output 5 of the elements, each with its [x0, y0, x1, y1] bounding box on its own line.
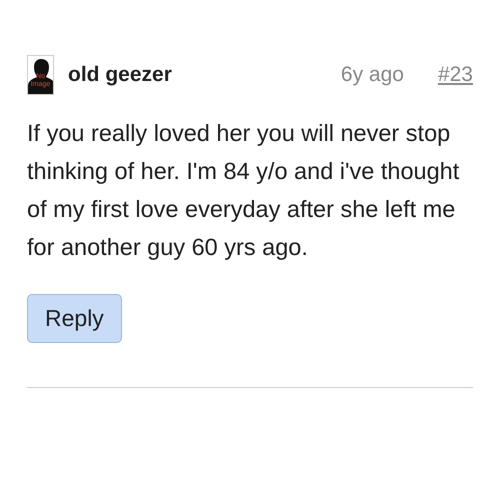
comment-number-link[interactable]: #23	[438, 63, 473, 87]
author-name: old geezer	[68, 63, 172, 87]
reply-button[interactable]: Reply	[27, 294, 122, 343]
timestamp: 6y ago	[340, 63, 404, 87]
comment-text: If you really loved her you will never stop thinking of her. I'm 84 y/o and i've thought of my first love everyday after she left me for another guy 60 yrs ago.	[27, 119, 460, 262]
